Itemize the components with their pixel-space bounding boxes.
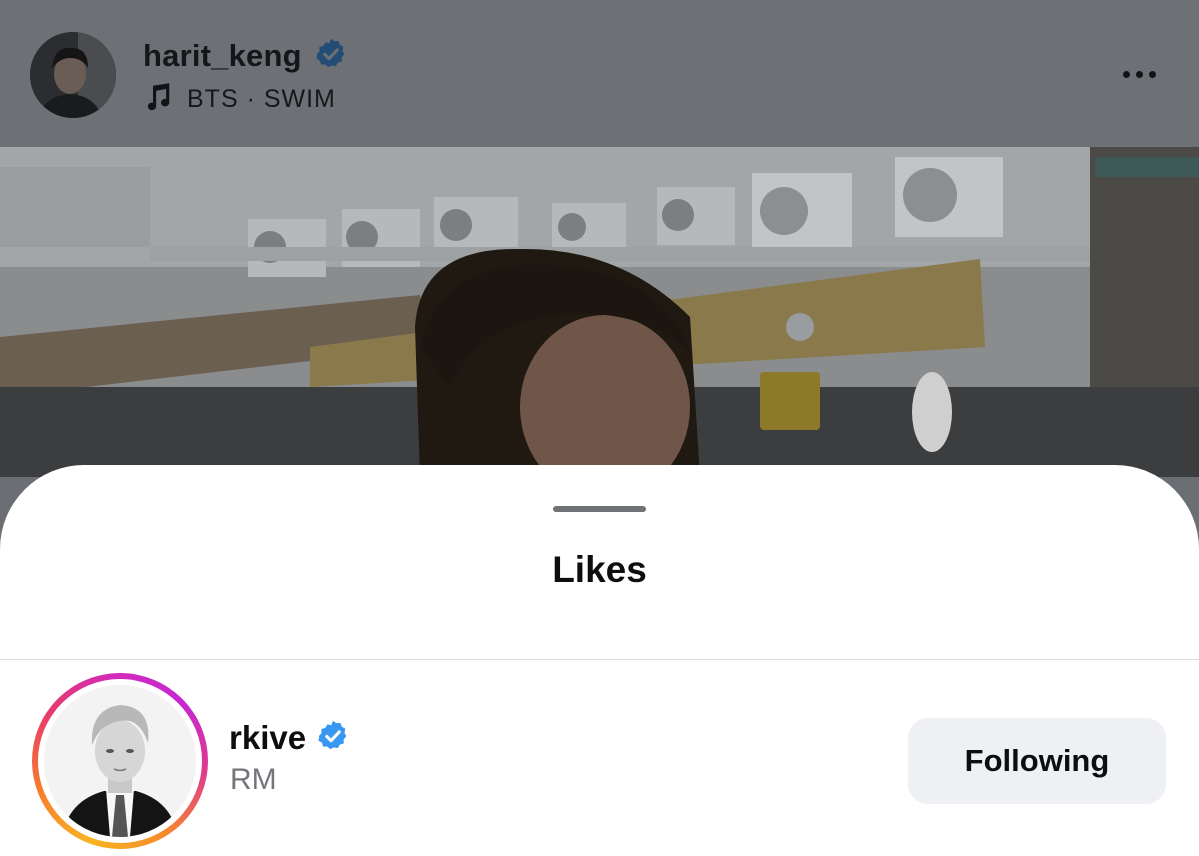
more-options-dot (1148, 70, 1156, 78)
more-options-button[interactable] (1110, 55, 1168, 93)
music-note-icon (143, 82, 173, 117)
verified-badge-icon (316, 719, 350, 758)
more-options-dot (1135, 70, 1143, 78)
post-author-avatar[interactable] (30, 32, 116, 118)
avatar[interactable] (44, 685, 196, 837)
verified-badge-icon (314, 37, 348, 76)
likes-sheet: Likes rkive RM Following (0, 465, 1199, 856)
avatar-photo (44, 685, 196, 837)
like-username-row[interactable]: rkive (229, 716, 350, 760)
like-username[interactable]: rkive (229, 719, 306, 757)
post-music-row[interactable]: BTS · SWIM (143, 82, 336, 116)
music-track-label[interactable]: BTS · SWIM (187, 85, 336, 114)
sheet-drag-handle[interactable] (553, 506, 646, 512)
post-photo-image (0, 147, 1199, 477)
more-options-icon (1122, 70, 1130, 78)
post-photo (0, 147, 1199, 477)
app-screen: harit_keng BTS · SWIM Likes rkive RM Fol… (0, 0, 1199, 856)
following-button[interactable]: Following (908, 718, 1166, 804)
post-username-row[interactable]: harit_keng (143, 36, 348, 76)
post-username[interactable]: harit_keng (143, 38, 302, 74)
story-ring[interactable] (32, 673, 208, 849)
avatar-photo (30, 32, 116, 118)
like-full-name: RM (230, 763, 277, 796)
post-header: harit_keng BTS · SWIM (0, 0, 1199, 147)
avatar-ring-gap (38, 679, 202, 843)
like-list-item[interactable]: rkive RM Following (0, 660, 1199, 856)
sheet-title: Likes (552, 549, 647, 590)
